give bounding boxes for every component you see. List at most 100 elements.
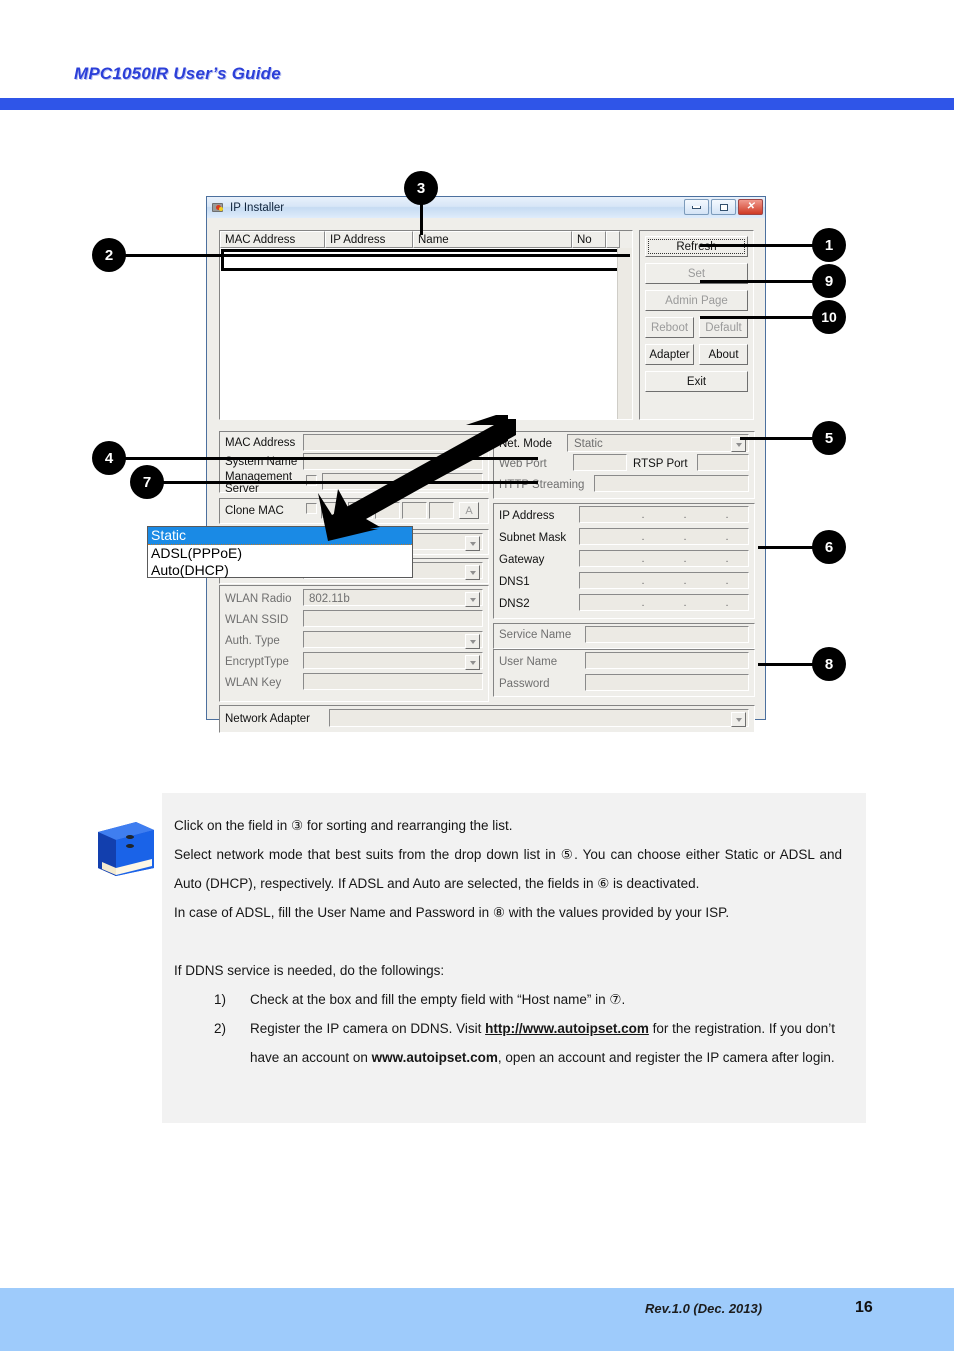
encrypt-type-label: EncryptType: [225, 656, 289, 668]
service-name-input[interactable]: [585, 626, 749, 643]
net-mode-label: Net. Mode: [499, 438, 553, 450]
note-paragraph-2: Select network mode that best suits from…: [174, 847, 842, 891]
admin-page-button[interactable]: Admin Page: [645, 290, 748, 311]
net-mode-dropdown-popup[interactable]: Static ADSL(PPPoE) Auto(DHCP): [147, 526, 413, 578]
note-box: Click on the field in ③ for sorting and …: [162, 793, 866, 1123]
dns2-label: DNS2: [499, 598, 530, 610]
maximize-icon[interactable]: [711, 199, 736, 215]
exit-button[interactable]: Exit: [645, 371, 748, 392]
autoipset-link[interactable]: http://www.autoipset.com: [485, 1021, 649, 1036]
chevron-down-icon[interactable]: [465, 634, 480, 649]
management-server-label-line2: Server: [225, 483, 259, 495]
wlan-ssid-input[interactable]: [303, 610, 483, 627]
notebook-icon: [98, 822, 154, 876]
ip-address-input[interactable]: ...: [579, 506, 749, 523]
column-header-no[interactable]: No: [572, 231, 606, 248]
window-body: MAC Address IP Address Name No Refresh S…: [207, 218, 765, 733]
system-name-input[interactable]: [303, 453, 483, 470]
gateway-input[interactable]: ...: [579, 550, 749, 567]
clone-mac-octet-5[interactable]: [429, 502, 454, 519]
wlan-key-input[interactable]: [303, 673, 483, 690]
user-name-label: User Name: [499, 656, 558, 668]
window-titlebar[interactable]: IP Installer ✕: [207, 197, 765, 219]
mac-address-label: MAC Address: [225, 437, 296, 449]
auth-type-select[interactable]: [303, 631, 483, 649]
dns1-label: DNS1: [499, 576, 530, 588]
close-icon[interactable]: ✕: [738, 199, 763, 215]
device-list-scrollbar[interactable]: [617, 248, 632, 419]
password-input[interactable]: [585, 674, 749, 691]
note-spacer: [174, 927, 842, 956]
chevron-down-icon[interactable]: [465, 536, 480, 551]
ip-octet-separators: ...: [641, 596, 729, 609]
rtsp-port-input[interactable]: [697, 454, 749, 471]
wlan-radio-select[interactable]: 802.11b: [303, 589, 483, 607]
about-button[interactable]: About: [699, 344, 748, 365]
leader-line-4: [118, 457, 538, 460]
footer-bar: [0, 1288, 954, 1351]
auth-type-label: Auth. Type: [225, 635, 280, 647]
device-list[interactable]: MAC Address IP Address Name No: [219, 230, 633, 420]
callout-1: 1: [812, 228, 846, 262]
clone-mac-checkbox[interactable]: [306, 503, 317, 514]
callout-6: 6: [812, 530, 846, 564]
ip-octet-separators: ...: [641, 508, 729, 521]
clone-mac-auto-button[interactable]: A: [459, 502, 479, 519]
adapter-button[interactable]: Adapter: [645, 344, 694, 365]
ip-octet-separators: ...: [641, 552, 729, 565]
list-text-2-after: , open an account and register the IP ca…: [497, 1050, 835, 1065]
callout-10: 10: [812, 300, 846, 334]
chevron-down-icon[interactable]: [465, 655, 480, 670]
column-header-mac-address[interactable]: MAC Address: [220, 231, 325, 248]
clone-mac-octet-1[interactable]: [321, 502, 346, 519]
network-adapter-select[interactable]: [329, 709, 749, 727]
leader-line-10: [700, 316, 828, 319]
net-mode-option-auto[interactable]: Auto(DHCP): [148, 562, 412, 579]
web-port-input[interactable]: [573, 454, 627, 471]
clone-mac-octet-4[interactable]: [402, 502, 427, 519]
net-mode-option-static[interactable]: Static: [148, 527, 412, 545]
http-streaming-input[interactable]: [594, 475, 749, 492]
gateway-label: Gateway: [499, 554, 545, 566]
list-marker-2: 2): [214, 1021, 227, 1036]
wlan-radio-value: 802.11b: [309, 593, 350, 605]
callout-4: 4: [92, 441, 126, 475]
callout-5: 5: [812, 421, 846, 455]
list-item: 1) Check at the box and fill the empty f…: [214, 985, 842, 1014]
note-paragraph-4: If DDNS service is needed, do the follow…: [174, 963, 445, 978]
clone-mac-octet-2[interactable]: [348, 502, 373, 519]
list-text-2-before: Register the IP camera on DDNS. Visit: [250, 1021, 486, 1036]
rtsp-port-label: RTSP Port: [633, 458, 688, 470]
action-button-panel: Refresh Set Admin Page Reboot Default Ad…: [639, 230, 754, 420]
mac-address-input[interactable]: [303, 434, 483, 451]
user-name-input[interactable]: [585, 652, 749, 669]
password-label: Password: [499, 678, 550, 690]
leader-line-2: [118, 254, 630, 257]
callout-2: 2: [92, 238, 126, 272]
network-adapter-label: Network Adapter: [225, 713, 311, 725]
dns2-input[interactable]: ...: [579, 594, 749, 611]
callout-9: 9: [812, 264, 846, 298]
default-button[interactable]: Default: [699, 317, 748, 338]
clone-mac-octet-3[interactable]: [375, 502, 400, 519]
footer-revision: Rev.1.0 (Dec. 2013): [645, 1301, 763, 1316]
chevron-down-icon[interactable]: [465, 592, 480, 607]
list-text-1: Check at the box and fill the empty fiel…: [250, 992, 626, 1007]
chevron-down-icon[interactable]: [465, 565, 480, 580]
callout-3: 3: [404, 171, 438, 205]
ip-installer-figure: IP Installer ✕ MAC Address IP Address Na…: [0, 0, 954, 760]
encrypt-type-select[interactable]: [303, 652, 483, 670]
chevron-down-icon[interactable]: [731, 712, 746, 727]
reboot-button[interactable]: Reboot: [645, 317, 694, 338]
net-mode-option-adsl[interactable]: ADSL(PPPoE): [148, 545, 412, 562]
minimize-icon[interactable]: [684, 199, 709, 215]
net-mode-select[interactable]: Static: [567, 434, 749, 452]
column-header-ip-address[interactable]: IP Address: [325, 231, 413, 248]
dns1-input[interactable]: ...: [579, 572, 749, 589]
subnet-mask-input[interactable]: ...: [579, 528, 749, 545]
device-list-header: MAC Address IP Address Name No: [220, 231, 632, 248]
wlan-ssid-label: WLAN SSID: [225, 614, 289, 626]
app-icon: [212, 201, 225, 214]
column-header-name[interactable]: Name: [413, 231, 572, 248]
list-item: 2) Register the IP camera on DDNS. Visit…: [214, 1014, 842, 1072]
